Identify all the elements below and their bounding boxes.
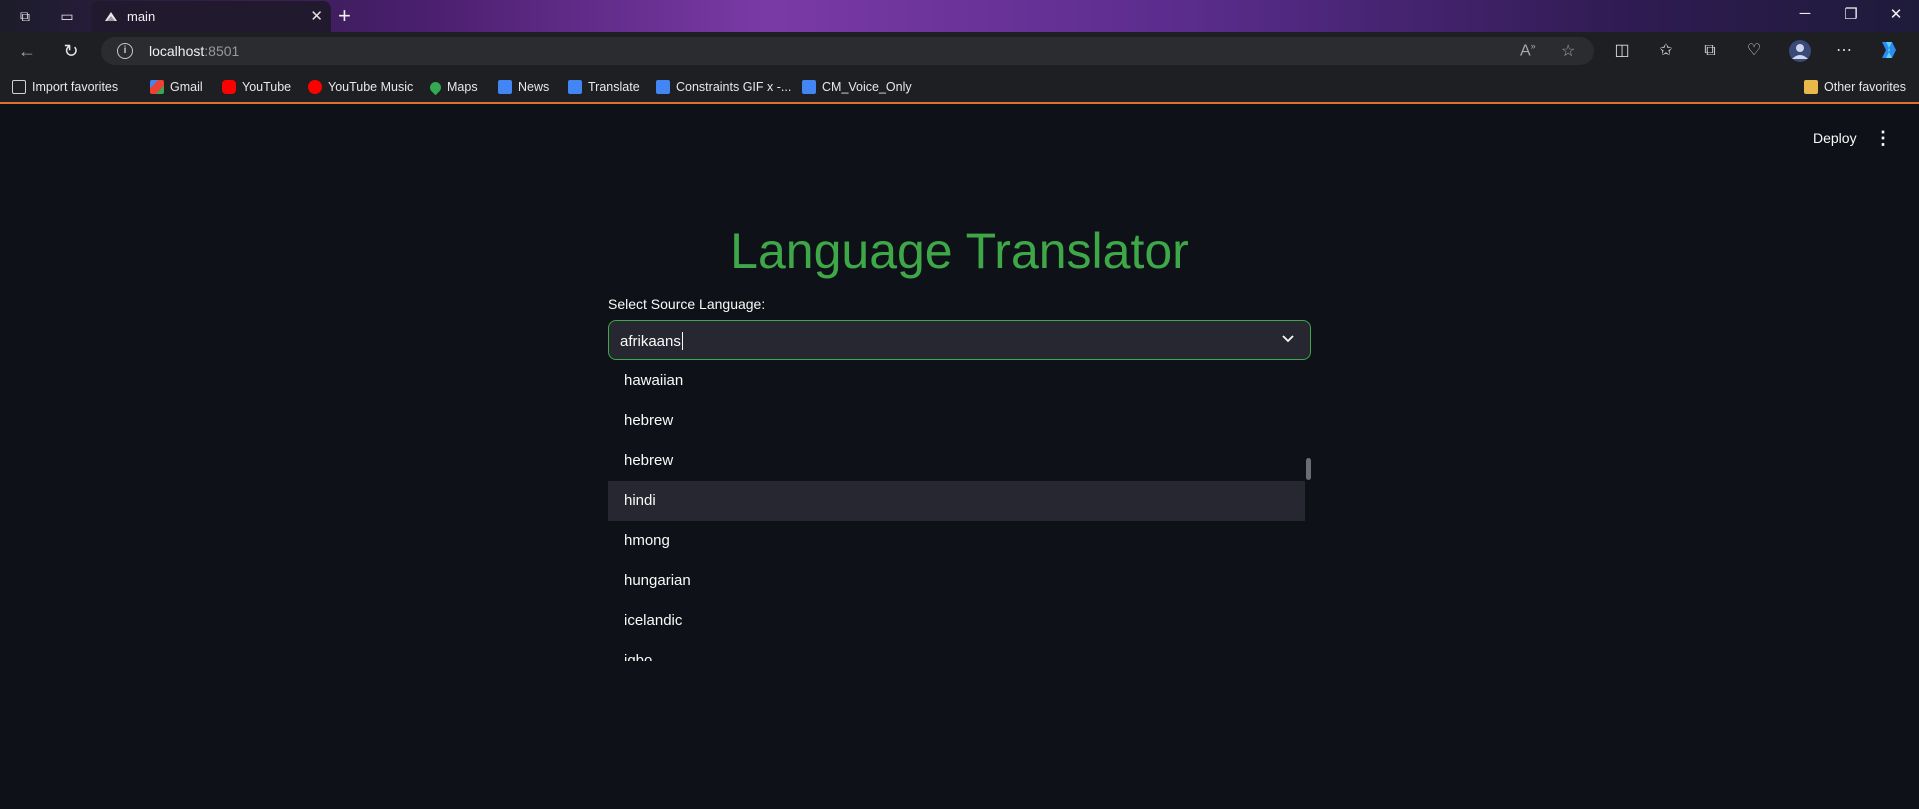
source-language-select[interactable]: afrikaans [608, 320, 1311, 360]
url-text[interactable]: localhost:8501 [149, 43, 239, 59]
dropdown-option-highlighted[interactable]: hindi [608, 481, 1305, 521]
bookmark-constraints-gif[interactable]: Constraints GIF x -... [656, 78, 791, 96]
folder-icon [1804, 80, 1818, 94]
browser-essentials-icon[interactable]: ♡ [1743, 40, 1765, 62]
dropdown-scrollbar[interactable] [1306, 458, 1311, 480]
main-menu-icon[interactable]: ⋮ [1874, 128, 1892, 149]
bookmark-import-favorites[interactable]: Import favorites [12, 78, 118, 96]
dropdown-option[interactable]: hawaiian [608, 361, 1305, 401]
page-title: Language Translator [730, 223, 1189, 279]
read-aloud-icon[interactable]: A» [1520, 41, 1536, 60]
refresh-icon[interactable]: ↻ [61, 41, 81, 61]
address-bar[interactable]: i localhost:8501 A» ☆ [101, 37, 1594, 65]
profile-avatar[interactable] [1788, 39, 1811, 62]
bookmark-gmail[interactable]: Gmail [150, 78, 203, 96]
language-dropdown: hawaiian hebrew hebrew hindi hmong hunga… [608, 361, 1311, 661]
bookmark-maps[interactable]: Maps [427, 78, 478, 96]
browser-title-bar: ⧉ ▭ main ✕ + ─ ❐ ✕ [0, 0, 1919, 32]
copilot-icon[interactable] [1877, 38, 1899, 60]
text-cursor [681, 332, 683, 350]
close-tab-icon[interactable]: ✕ [310, 7, 323, 25]
import-icon [12, 80, 26, 94]
address-row: ← ↻ i localhost:8501 A» ☆ ◫ ✩ ⧉ ♡ ⋯ [0, 32, 1919, 70]
more-options-icon[interactable]: ⋯ [1833, 40, 1855, 62]
docs-icon [656, 80, 670, 94]
chevron-down-icon[interactable] [1280, 329, 1296, 349]
collections-icon[interactable]: ⧉ [1699, 40, 1721, 62]
bookmarks-bar: Import favorites Gmail YouTube YouTube M… [0, 70, 1919, 104]
bookmark-news[interactable]: News [498, 78, 549, 96]
browser-tab[interactable]: main ✕ [91, 1, 331, 32]
tab-actions-icon[interactable]: ▭ [58, 7, 76, 25]
news-icon [498, 80, 512, 94]
maps-icon [427, 79, 444, 95]
dropdown-option[interactable]: hungarian [608, 561, 1305, 601]
docs-icon [802, 80, 816, 94]
minimize-icon[interactable]: ─ [1795, 5, 1815, 22]
dropdown-option[interactable]: hebrew [608, 401, 1305, 441]
site-info-icon[interactable]: i [117, 43, 133, 59]
source-language-input[interactable]: afrikaans [620, 332, 683, 350]
dropdown-option[interactable]: hmong [608, 521, 1305, 561]
streamlit-icon [105, 12, 117, 21]
bookmark-youtube-music[interactable]: YouTube Music [308, 78, 413, 96]
gmail-icon [150, 80, 164, 94]
bookmark-youtube[interactable]: YouTube [222, 78, 291, 96]
other-favorites[interactable]: Other favorites [1804, 78, 1906, 96]
split-screen-icon[interactable]: ◫ [1611, 40, 1633, 62]
favorite-star-icon[interactable]: ☆ [1561, 41, 1575, 61]
close-window-icon[interactable]: ✕ [1886, 5, 1906, 23]
translate-icon [568, 80, 582, 94]
tab-title: main [127, 9, 156, 24]
new-tab-icon[interactable]: + [338, 4, 351, 28]
favorites-icon[interactable]: ✩ [1655, 40, 1677, 62]
dropdown-option[interactable]: hebrew [608, 441, 1305, 481]
bookmark-translate[interactable]: Translate [568, 78, 640, 96]
deploy-button[interactable]: Deploy [1813, 130, 1857, 146]
source-language-label: Select Source Language: [608, 296, 766, 312]
restore-icon[interactable]: ❐ [1841, 5, 1861, 23]
dropdown-option[interactable]: igbo [608, 641, 1305, 661]
youtube-music-icon [308, 80, 322, 94]
back-icon[interactable]: ← [17, 41, 37, 61]
youtube-icon [222, 80, 236, 94]
workspaces-icon[interactable]: ⧉ [16, 7, 34, 25]
bookmark-cm-voice-only[interactable]: CM_Voice_Only [802, 78, 912, 96]
dropdown-option[interactable]: icelandic [608, 601, 1305, 641]
